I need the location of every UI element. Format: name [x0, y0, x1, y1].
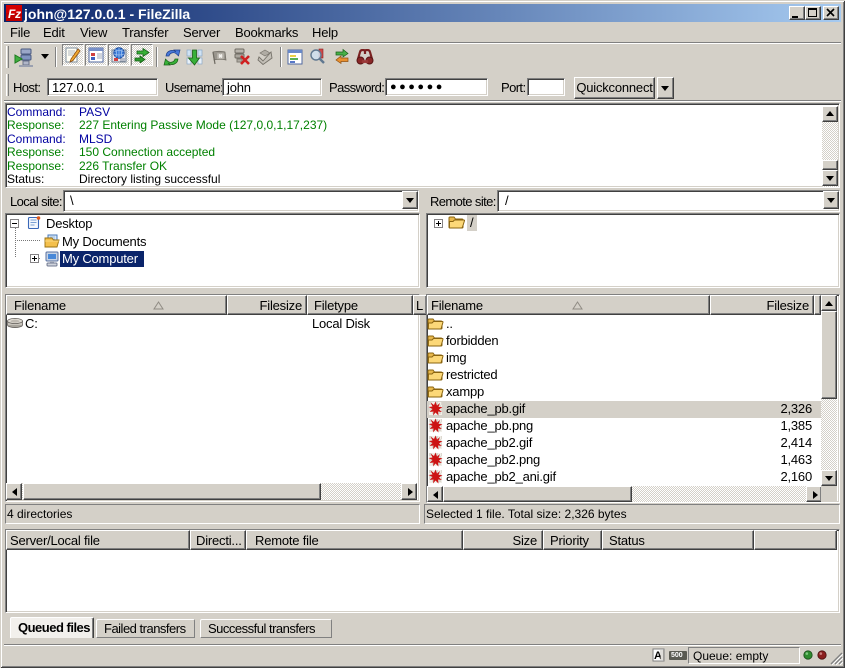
svg-text:Fz: Fz [8, 7, 21, 21]
